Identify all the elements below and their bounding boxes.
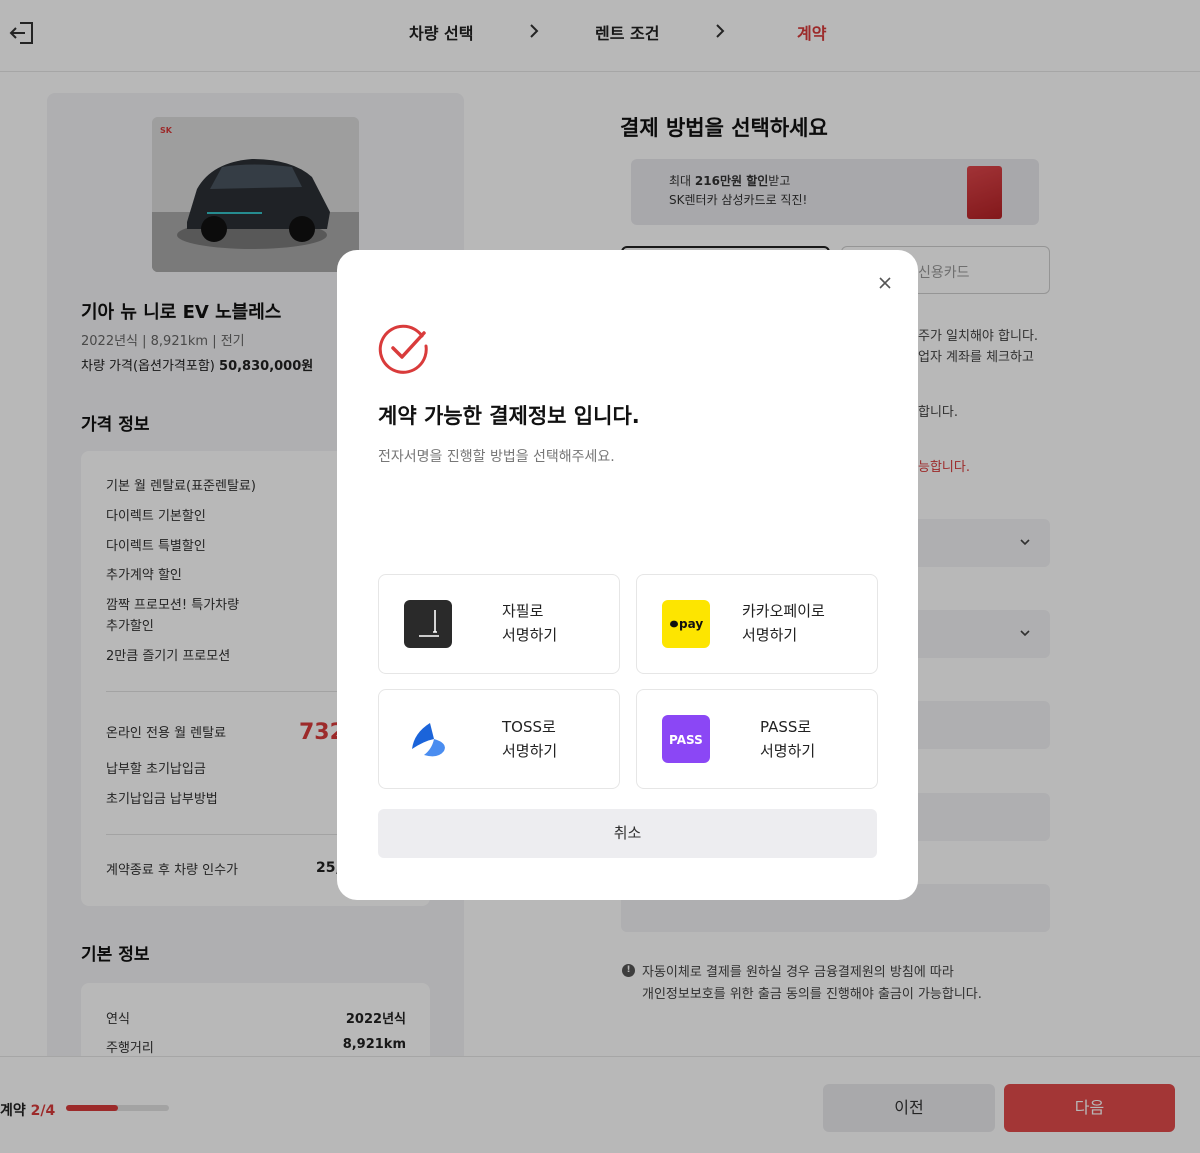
toss-icon <box>404 715 452 763</box>
pass-icon: PASS <box>662 715 710 763</box>
option-label: 자필로 서명하기 <box>502 599 557 647</box>
option-label-line1: 자필로 <box>502 602 544 620</box>
option-label-line2: 서명하기 <box>760 742 816 760</box>
pen-icon <box>404 600 452 648</box>
cancel-button[interactable]: 취소 <box>378 809 877 858</box>
option-label: PASS로 서명하기 <box>760 715 815 763</box>
sign-option-kakaopay[interactable]: pay 카카오페이로 서명하기 <box>636 574 878 674</box>
kakaopay-icon: pay <box>662 600 710 648</box>
option-label-line2: 서명하기 <box>742 626 798 644</box>
kakaopay-icon-text: pay <box>679 617 703 631</box>
pass-icon-text: PASS <box>669 733 703 747</box>
check-circle-icon <box>378 324 428 374</box>
sign-option-pass[interactable]: PASS PASS로 서명하기 <box>636 689 878 789</box>
sign-option-handwritten[interactable]: 자필로 서명하기 <box>378 574 620 674</box>
option-label-line1: PASS로 <box>760 718 812 736</box>
option-label: TOSS로 서명하기 <box>502 715 557 763</box>
modal-subtitle: 전자서명을 진행할 방법을 선택해주세요. <box>378 449 615 465</box>
option-label-line2: 서명하기 <box>502 626 558 644</box>
sign-option-toss[interactable]: TOSS로 서명하기 <box>378 689 620 789</box>
option-label-line1: TOSS로 <box>502 718 556 736</box>
close-icon[interactable] <box>877 275 893 291</box>
modal-title: 계약 가능한 결제정보 입니다. <box>378 404 640 428</box>
option-label-line2: 서명하기 <box>502 742 558 760</box>
option-label-line1: 카카오페이로 <box>742 602 825 620</box>
option-label: 카카오페이로 서명하기 <box>742 599 825 647</box>
